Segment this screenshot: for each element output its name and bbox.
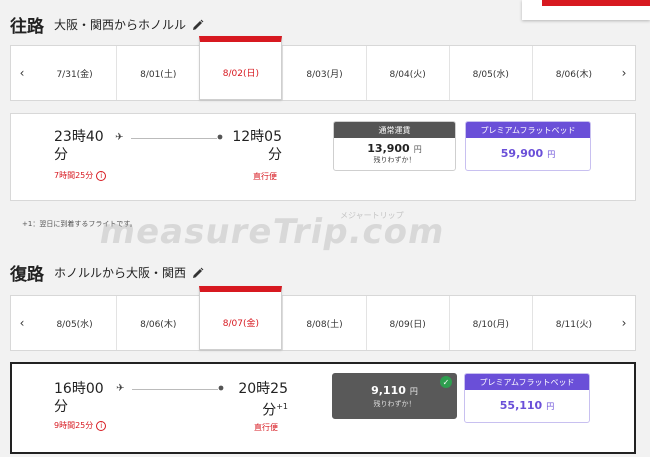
premium-fare-price: 55,110 円 bbox=[499, 399, 555, 412]
return-date-tab[interactable]: 8/06(木) bbox=[116, 296, 199, 350]
return-prev-dates-button[interactable]: ‹ bbox=[11, 296, 33, 350]
premium-fare-label: プレミアムフラットベッド bbox=[466, 122, 590, 138]
return-depart-time: 16時00 分 bbox=[54, 381, 104, 415]
outbound-date-tab[interactable]: 8/03(月) bbox=[282, 46, 365, 100]
outbound-premium-fare[interactable]: プレミアムフラットベッド 59,900 円 bbox=[465, 121, 591, 171]
outbound-title: 往路 bbox=[10, 17, 44, 37]
outbound-duration: 7時間25分 i bbox=[54, 170, 107, 181]
return-direct-label: 直行便 bbox=[254, 423, 278, 432]
return-date-tab[interactable]: 8/07(金) bbox=[199, 286, 283, 350]
chevron-right-icon: › bbox=[621, 316, 627, 330]
return-premium-fare[interactable]: プレミアムフラットベッド 55,110 円 bbox=[464, 373, 590, 423]
plus-one-day: +1 bbox=[276, 402, 288, 411]
outbound-date-tab[interactable]: 8/05(水) bbox=[448, 46, 532, 100]
route-line bbox=[131, 138, 217, 139]
outbound-date-tab[interactable]: 7/31(金) bbox=[33, 46, 116, 100]
outbound-header: 往路 大阪・関西からホノルル bbox=[10, 12, 204, 37]
outbound-direct-label: 直行便 bbox=[253, 172, 277, 181]
outbound-normal-fare[interactable]: 通常運賃 13,900 円 残りわずか！ bbox=[333, 121, 456, 171]
edit-pencil-icon[interactable] bbox=[192, 19, 204, 31]
return-date-tab[interactable]: 8/05(水) bbox=[33, 296, 116, 350]
return-date-tab[interactable]: 8/11(火) bbox=[531, 296, 615, 350]
normal-fare-price: 9,110 円 bbox=[371, 384, 418, 397]
outbound-depart-time: 23時40 分 bbox=[54, 129, 104, 163]
premium-fare-label: プレミアムフラットベッド bbox=[465, 374, 589, 390]
outbound-arrive-time: 12時05 分 bbox=[232, 129, 282, 163]
info-icon[interactable]: i bbox=[96, 170, 107, 181]
chevron-right-icon: › bbox=[621, 66, 627, 80]
outbound-date-strip: ‹ › 7/31(金) 8/01(土) 8/02(日) 8/03(月) 8/04(火) 8… bbox=[10, 36, 636, 101]
outbound-date-tab[interactable]: 8/01(土) bbox=[116, 46, 199, 100]
outbound-date-tab[interactable]: 8/04(火) bbox=[365, 46, 449, 100]
outbound-route: 大阪・関西からホノルル bbox=[54, 18, 187, 32]
destination-pin-icon bbox=[217, 134, 223, 140]
check-icon: ✓ bbox=[440, 376, 452, 388]
return-header: 復路 ホノルルから大阪・関西 bbox=[10, 260, 204, 285]
header-card bbox=[522, 0, 650, 20]
return-arrive-time: 20時25 分+1 bbox=[238, 381, 288, 419]
outbound-prev-dates-button[interactable]: ‹ bbox=[11, 46, 33, 100]
return-route: ホノルルから大阪・関西 bbox=[54, 266, 187, 280]
normal-fare-few-left: 残りわずか！ bbox=[373, 400, 416, 408]
outbound-flight-card[interactable]: 23時40 分 ✈ 12時05 分 7時間25分 i 直行便 通常運賃 13,9… bbox=[10, 113, 636, 201]
return-date-tab[interactable]: 8/09(日) bbox=[365, 296, 449, 350]
return-title: 復路 bbox=[10, 265, 44, 285]
chevron-left-icon: ‹ bbox=[19, 66, 25, 80]
normal-fare-label: 通常運賃 bbox=[334, 122, 455, 138]
route-line bbox=[132, 389, 218, 390]
plane-icon: ✈ bbox=[115, 132, 124, 143]
edit-pencil-icon[interactable] bbox=[192, 267, 204, 279]
header-accent-bar bbox=[542, 0, 650, 6]
watermark-sub: メジャートリップ bbox=[340, 211, 404, 220]
return-flight-card[interactable]: 16時00 分 ✈ 20時25 分+1 9時間25分 i 直行便 9,110 円 … bbox=[10, 362, 636, 454]
outbound-date-tab[interactable]: 8/02(日) bbox=[199, 36, 283, 100]
return-date-tab[interactable]: 8/08(土) bbox=[282, 296, 365, 350]
info-icon[interactable]: i bbox=[96, 420, 107, 431]
return-date-tab[interactable]: 8/10(月) bbox=[448, 296, 532, 350]
outbound-date-tab[interactable]: 8/06(木) bbox=[531, 46, 615, 100]
plane-icon: ✈ bbox=[116, 383, 125, 394]
outbound-next-dates-button[interactable]: › bbox=[613, 46, 635, 100]
return-duration: 9時間25分 i bbox=[54, 420, 107, 431]
return-date-strip: ‹ › 8/05(水) 8/06(木) 8/07(金) 8/08(土) 8/09(日) 8… bbox=[10, 286, 636, 351]
chevron-left-icon: ‹ bbox=[19, 316, 25, 330]
normal-fare-few-left: 残りわずか！ bbox=[373, 156, 416, 164]
premium-fare-price: 59,900 円 bbox=[500, 147, 556, 160]
normal-fare-price: 13,900 円 bbox=[367, 142, 422, 155]
return-normal-fare-selected[interactable]: 9,110 円 残りわずか！ bbox=[332, 373, 457, 419]
return-next-dates-button[interactable]: › bbox=[613, 296, 635, 350]
